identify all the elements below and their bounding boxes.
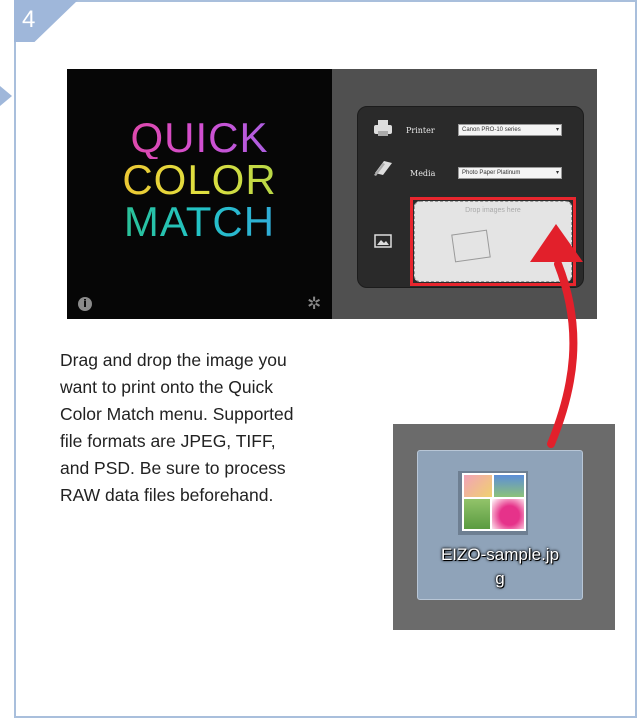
drop-zone[interactable]: Drop images here (414, 201, 572, 282)
printer-label: Printer (406, 126, 435, 135)
image-file-icon[interactable]: EIZO-sample.jp g (417, 450, 583, 600)
print-settings-panel: Printer Canon PRO-10 series ▾ Media Phot… (357, 106, 584, 288)
step-number: 4 (22, 6, 36, 33)
chevron-down-icon: ▾ (555, 127, 559, 133)
instruction-line: want to print onto the Quick (60, 377, 274, 397)
info-icon[interactable]: i (78, 297, 92, 311)
image-placeholder-icon (451, 229, 491, 263)
logo-line-color: COLOR (67, 159, 332, 201)
media-dropdown-value: Photo Paper Platinum (462, 170, 521, 176)
picture-icon (374, 234, 392, 253)
file-name-line: g (495, 569, 505, 588)
instruction-line: and PSD. Be sure to process (60, 458, 286, 478)
gear-icon[interactable]: ✲ (307, 295, 321, 312)
paper-stack-icon (372, 159, 394, 182)
instruction-line: Drag and drop the image you (60, 350, 287, 370)
instruction-text: Drag and drop the image you want to prin… (60, 347, 380, 509)
file-name-line: EIZO-sample.jp (440, 545, 560, 564)
drop-zone-label: Drop images here (465, 207, 521, 214)
side-pointer-icon (0, 86, 12, 106)
instruction-line: RAW data files beforehand. (60, 485, 274, 505)
instruction-line: Color Match menu. Supported (60, 404, 294, 424)
app-logo: QUICK COLOR MATCH (67, 117, 332, 243)
desktop-area: EIZO-sample.jp g (393, 424, 615, 630)
instruction-line: file formats are JPEG, TIFF, (60, 431, 276, 451)
printer-dropdown-value: Canon PRO-10 series (462, 127, 521, 133)
logo-line-match: MATCH (67, 201, 332, 243)
logo-panel: QUICK COLOR MATCH i ✲ (67, 69, 332, 319)
printer-dropdown[interactable]: Canon PRO-10 series ▾ (458, 124, 562, 136)
chevron-down-icon: ▾ (555, 170, 559, 176)
quick-color-match-window: QUICK COLOR MATCH i ✲ Printer Canon PRO-… (67, 69, 597, 319)
printer-icon (372, 119, 394, 142)
media-dropdown[interactable]: Photo Paper Platinum ▾ (458, 167, 562, 179)
logo-line-quick: QUICK (67, 117, 332, 159)
image-thumbnail (462, 473, 526, 531)
file-name: EIZO-sample.jp g (418, 543, 582, 591)
media-label: Media (410, 169, 436, 178)
